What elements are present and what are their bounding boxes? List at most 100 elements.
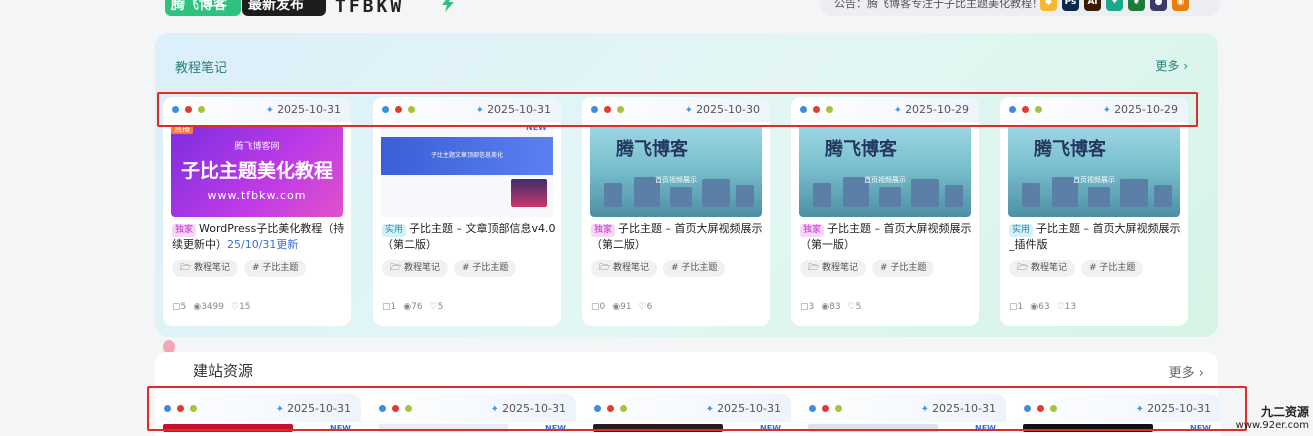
tag-chip[interactable]: # 子比主题	[872, 260, 935, 277]
post-tags: 🗁 教程笔记 # 子比主题	[382, 260, 517, 277]
thumb-building	[879, 187, 901, 207]
like-count: ♡5	[429, 302, 444, 312]
tag-chip[interactable]: 🗁 教程笔记	[1009, 260, 1076, 277]
post-thumbnail[interactable]: 子比主题文章顶部信息美化 NEW	[381, 125, 553, 217]
post-tags: 🗁 教程笔记 # 子比主题	[1009, 260, 1144, 277]
post-stats: ▢3 ◉83 ♡5	[800, 302, 861, 312]
tag-chip[interactable]: # 子比主题	[454, 260, 517, 277]
post-title[interactable]: 独家 子比主题 – 首页大屏视频展示（第二版）	[591, 221, 767, 253]
article-card[interactable]: ✦ 2025-10-31 直播 腾飞博客网 子比主题美化教程 www.tfbkw.com 独…	[163, 97, 351, 326]
thumb-building	[670, 187, 692, 207]
more-link[interactable]: 更多 ›	[1169, 362, 1204, 381]
thumb-heading: 腾飞博客	[1034, 139, 1106, 160]
comment-count: ▢5	[172, 302, 187, 312]
view-count: ◉3499	[193, 302, 224, 312]
view-count: ◉63	[1030, 302, 1050, 312]
view-count: ◉76	[403, 302, 423, 312]
tag-chip[interactable]: # 子比主题	[244, 260, 307, 277]
illustrator-icon[interactable]: Ai	[1084, 0, 1101, 11]
brand-tag-char: 腾	[171, 0, 185, 13]
leaf-icon[interactable]: ❦	[1128, 0, 1145, 11]
article-card[interactable]: ✦ 2025-10-30 腾飞博客 首页视频展示 独家 子比主题 – 首页大屏视频展示（第…	[582, 97, 770, 326]
post-title[interactable]: 独家 子比主题 – 首页大屏视频展示（第一版）	[800, 221, 976, 253]
thumb-building	[945, 185, 963, 207]
more-link[interactable]: 更多 ›	[1155, 57, 1188, 74]
site-logo[interactable]: TFBKW	[335, 0, 404, 17]
thumb-building	[604, 183, 622, 207]
comment-count: ▢1	[382, 302, 397, 312]
photoshop-icon[interactable]: Ps	[1062, 0, 1079, 11]
post-badge: 实用	[382, 224, 407, 237]
top-banner: 腾飞博客 最新发布 TFBKW 公告：腾飞博客专注于子比主题美化教程！ ◆ Ps A…	[0, 0, 1313, 20]
post-badge: 实用	[1009, 224, 1034, 237]
post-title[interactable]: 实用 子比主题 – 首页大屏视频展示_插件版	[1009, 221, 1185, 253]
like-count: ♡6	[638, 302, 653, 312]
thumb-caption: 首页视频展示	[655, 176, 697, 184]
thumb-site-name: 腾飞博客网	[234, 142, 280, 152]
tag-chip[interactable]: 🗁 教程笔记	[172, 260, 239, 277]
post-stats: ▢0 ◉91 ♡6	[591, 302, 652, 312]
post-title-text: 子比主题 – 文章顶部信息v4.0（第二版）	[382, 222, 556, 251]
bird-icon[interactable]: ✦	[1106, 0, 1123, 11]
post-tags: 🗁 教程笔记 # 子比主题	[172, 260, 307, 277]
highlight-box-row2	[147, 386, 1247, 431]
view-count: ◉91	[612, 302, 632, 312]
thumb-building	[1154, 185, 1172, 207]
article-card[interactable]: ✦ 2025-10-31 子比主题文章顶部信息美化 NEW 实用 子比主题 – 文章顶部信…	[373, 97, 561, 326]
post-thumbnail[interactable]: 直播 腾飞博客网 子比主题美化教程 www.tfbkw.com	[171, 125, 343, 217]
watermark-title: 九二资源	[1260, 405, 1309, 419]
post-stats: ▢1 ◉63 ♡13	[1009, 302, 1076, 312]
like-count: ♡13	[1056, 302, 1077, 312]
thumb-heading: 腾飞博客	[825, 139, 897, 160]
post-tags: 🗁 教程笔记 # 子比主题	[591, 260, 726, 277]
sphere-icon[interactable]: ●	[1150, 0, 1167, 11]
thumb-heading: 腾飞博客	[616, 139, 688, 160]
comment-count: ▢3	[800, 302, 815, 312]
tag-chip[interactable]: 🗁 教程笔记	[800, 260, 867, 277]
post-title[interactable]: 独家 WordPress子比美化教程（持续更新中）25/10/31更新	[172, 221, 348, 253]
thumb-caption: 首页视频展示	[864, 176, 906, 184]
view-count: ◉83	[821, 302, 841, 312]
thumb-building	[1022, 183, 1040, 207]
comment-count: ▢1	[1009, 302, 1024, 312]
thumb-caption: 首页视频展示	[1073, 176, 1115, 184]
article-card[interactable]: ✦ 2025-10-29 腾飞博客 首页视频展示 实用 子比主题 – 首页大屏视频展示_插…	[1000, 97, 1188, 326]
thumb-building	[1088, 187, 1110, 207]
thumb-building	[813, 183, 831, 207]
latest-tag[interactable]: 最新发布	[242, 0, 326, 16]
thumb-image	[511, 179, 547, 207]
thumb-url: www.tfbkw.com	[207, 189, 307, 202]
bolt-icon	[442, 0, 454, 12]
post-tags: 🗁 教程笔记 # 子比主题	[800, 260, 935, 277]
post-title-text: 子比主题 – 首页大屏视频展示_插件版	[1009, 222, 1181, 251]
post-title-text: 子比主题 – 首页大屏视频展示（第二版）	[591, 222, 763, 251]
blender-icon[interactable]: ◉	[1172, 0, 1189, 11]
post-title[interactable]: 实用 子比主题 – 文章顶部信息v4.0（第二版）	[382, 221, 558, 253]
post-badge: 独家	[800, 224, 825, 237]
post-stats: ▢5 ◉3499 ♡15	[172, 302, 251, 312]
comment-count: ▢0	[591, 302, 606, 312]
post-badge: 独家	[591, 224, 616, 237]
diamond-icon[interactable]: ◆	[1040, 0, 1057, 11]
watermark: 九二资源 www.92er.com	[1236, 403, 1309, 431]
thumb-banner: 子比主题文章顶部信息美化	[381, 137, 553, 175]
tag-chip[interactable]: # 子比主题	[663, 260, 726, 277]
post-thumbnail[interactable]: 腾飞博客首页视频展示	[1008, 125, 1180, 217]
post-thumbnail[interactable]: 腾飞博客首页视频展示	[799, 125, 971, 217]
app-icon-row: ◆ Ps Ai ✦ ❦ ● ◉	[1040, 0, 1189, 11]
tag-chip[interactable]: 🗁 教程笔记	[591, 260, 658, 277]
tag-chip[interactable]: # 子比主题	[1081, 260, 1144, 277]
thumb-building	[736, 185, 754, 207]
article-card[interactable]: ✦ 2025-10-29 腾飞博客 首页视频展示 独家 子比主题 – 首页大屏视频展示（第…	[791, 97, 979, 326]
brand-tag-rest: 博客	[199, 0, 227, 13]
post-update-note: 25/10/31更新	[227, 238, 299, 251]
post-stats: ▢1 ◉76 ♡5	[382, 302, 443, 312]
brand-tag[interactable]: 腾飞博客	[165, 0, 241, 16]
watermark-url: www.92er.com	[1235, 420, 1309, 431]
like-count: ♡5	[847, 302, 862, 312]
post-thumbnail[interactable]: 腾飞博客首页视频展示	[590, 125, 762, 217]
like-count: ♡15	[231, 302, 251, 312]
tag-chip[interactable]: 🗁 教程笔记	[382, 260, 449, 277]
highlight-box-row1	[157, 92, 1198, 127]
brand-tag-char-highlight: 飞	[185, 0, 199, 13]
